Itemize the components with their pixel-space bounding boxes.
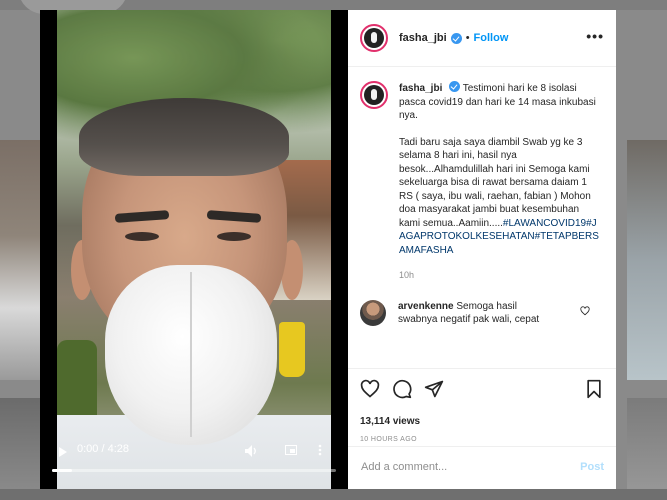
play-icon[interactable] [59, 447, 67, 457]
bookmark-icon[interactable] [584, 379, 604, 399]
caption-text-2: Tadi baru saja saya diambil Swab yg ke 3… [399, 136, 591, 229]
comments-section: fasha_jbi Testimoni hari ke 8 isolasi pa… [348, 67, 616, 368]
grid-thumbnail [627, 398, 667, 500]
comment-username[interactable]: arvenkenne [398, 301, 454, 312]
post-actions: 13,114 views 10 HOURS AGO Post [348, 368, 616, 489]
media-panel: 0:00 / 4:28 [40, 10, 348, 489]
more-options-icon[interactable] [314, 444, 326, 456]
follow-button[interactable]: Follow [474, 32, 509, 44]
verified-badge-icon [449, 81, 461, 92]
avatar[interactable] [360, 24, 388, 52]
caption-body: fasha_jbi Testimoni hari ke 8 isolasi pa… [399, 81, 602, 283]
grid-thumbnail [627, 140, 667, 380]
volume-icon[interactable] [244, 444, 258, 458]
header-username[interactable]: fasha_jbi [399, 32, 447, 44]
post-timestamp[interactable]: 10 HOURS AGO [360, 436, 417, 443]
video-progress-bar[interactable] [52, 469, 336, 472]
video-player[interactable] [57, 10, 331, 489]
comment-item: arvenkenne Semoga hasil swabnya negatif … [360, 299, 604, 327]
like-comment-icon[interactable] [580, 305, 590, 316]
view-count[interactable]: 13,114 views [360, 416, 420, 427]
grid-thumbnail [0, 398, 40, 500]
picture-in-picture-icon[interactable] [285, 445, 297, 455]
add-comment-bar: Post [348, 446, 616, 489]
caption-username[interactable]: fasha_jbi [399, 83, 442, 94]
heart-icon[interactable] [360, 379, 380, 399]
comment-body: arvenkenne Semoga hasil swabnya negatif … [398, 300, 558, 327]
comment-input[interactable] [359, 460, 563, 474]
separator: • [465, 32, 470, 44]
grid-thumbnail [0, 140, 40, 380]
post-header: fasha_jbi • Follow ••• [348, 10, 616, 67]
caption: fasha_jbi Testimoni hari ke 8 isolasi pa… [360, 81, 604, 283]
post-sidebar: fasha_jbi • Follow ••• fasha_jbi Testimo… [348, 10, 616, 489]
video-time: 0:00 / 4:28 [77, 443, 129, 455]
more-options-button[interactable]: ••• [586, 29, 604, 43]
caption-time: 10h [399, 270, 415, 280]
video-progress-fill [52, 469, 72, 472]
post-comment-button[interactable]: Post [580, 461, 604, 473]
share-icon[interactable] [424, 379, 444, 399]
caption-avatar[interactable] [360, 81, 388, 109]
comment-icon[interactable] [392, 379, 412, 399]
verified-badge-icon [450, 32, 462, 44]
post-modal: 0:00 / 4:28 fasha_jbi • Follow ••• fasha… [40, 10, 616, 489]
comment-avatar[interactable] [360, 299, 386, 326]
video-controls: 0:00 / 4:28 [52, 435, 336, 489]
